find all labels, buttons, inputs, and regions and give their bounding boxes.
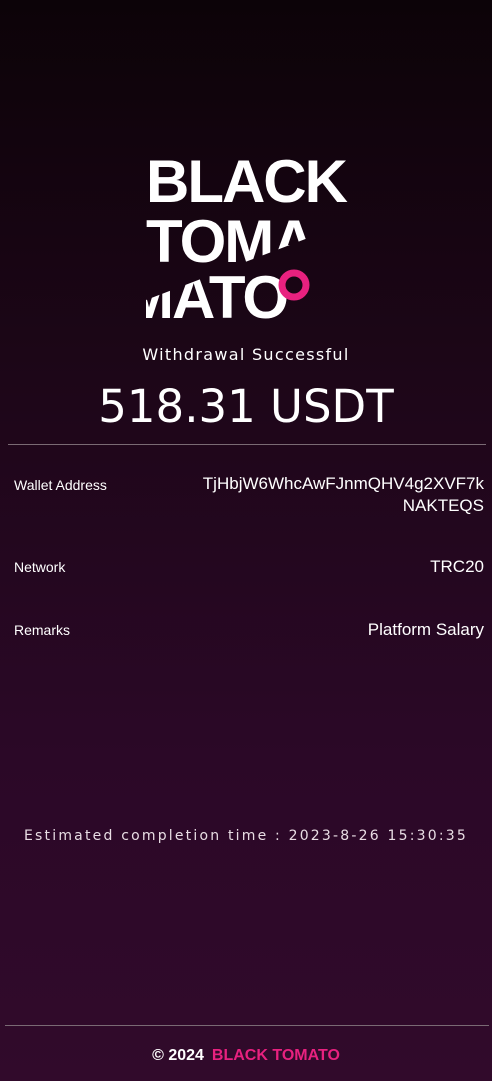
network-value: TRC20	[430, 557, 484, 576]
withdrawal-amount: 518.31 USDT	[98, 380, 394, 433]
estimated-completion-time: Estimated completion time : 2023-8-26 15…	[24, 828, 468, 844]
bottom-divider	[5, 1025, 489, 1026]
footer-copyright: © 2024	[152, 1047, 204, 1064]
wallet-address-value: TjHbjW6WhcAwFJnmQHV4g2XVF7kNAKTEQS	[202, 474, 484, 515]
footer-brand: BLACK TOMATO	[211, 1047, 340, 1064]
wallet-address-label: Wallet Address	[14, 477, 107, 493]
network-label: Network	[14, 559, 66, 575]
remarks-label: Remarks	[14, 622, 71, 638]
top-divider	[8, 444, 486, 445]
brand-logo: BLACK TOMA MATO	[146, 150, 376, 320]
status-title: Withdrawal Successful	[142, 345, 350, 364]
logo-line-1: BLACK	[146, 150, 348, 215]
footer: © 2024 BLACK TOMATO	[0, 1047, 492, 1065]
remarks-value: Platform Salary	[367, 620, 484, 639]
logo-line-2: TOMA	[146, 208, 314, 275]
